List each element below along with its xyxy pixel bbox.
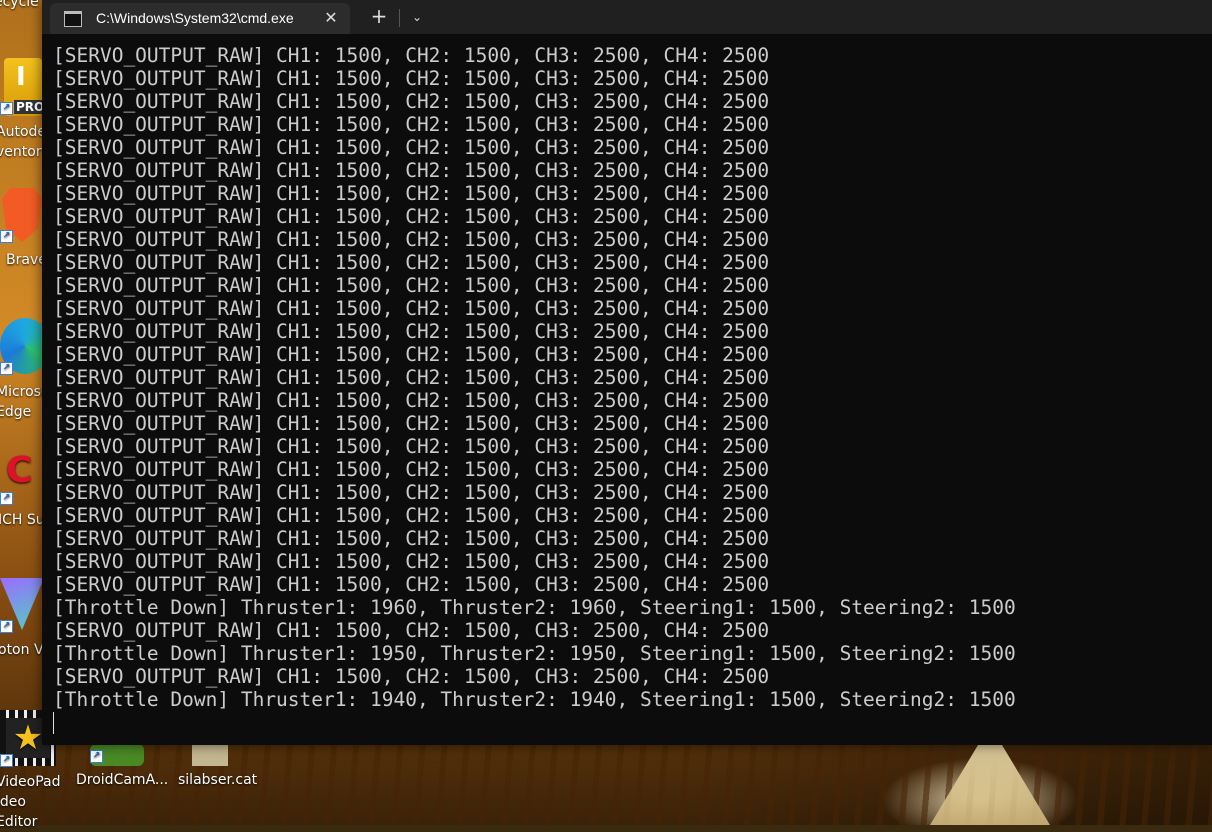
desktop-icon-brave[interactable]: ↗ Brave	[0, 186, 47, 272]
console-line: [SERVO_OUTPUT_RAW] CH1: 1500, CH2: 1500,…	[53, 527, 770, 550]
desktop-icon-label: Microsc Edge	[0, 384, 42, 420]
close-tab-icon[interactable]: ✕	[320, 7, 342, 29]
desktop-icon-autodesk-inventor[interactable]: I PRO ↗ Autode ventor	[0, 56, 47, 162]
console-line: [SERVO_OUTPUT_RAW] CH1: 1500, CH2: 1500,…	[53, 205, 770, 228]
console-output[interactable]: [SERVO_OUTPUT_RAW] CH1: 1500, CH2: 1500,…	[53, 44, 1203, 711]
console-line: [SERVO_OUTPUT_RAW] CH1: 1500, CH2: 1500,…	[53, 366, 770, 389]
desktop-icon-label: ecycle	[0, 0, 39, 10]
console-line: [SERVO_OUTPUT_RAW] CH1: 1500, CH2: 1500,…	[53, 136, 770, 159]
console-line: [SERVO_OUTPUT_RAW] CH1: 1500, CH2: 1500,…	[53, 67, 770, 90]
console-line: [SERVO_OUTPUT_RAW] CH1: 1500, CH2: 1500,…	[53, 274, 770, 297]
terminal-titlebar[interactable]: C:\Windows\System32\cmd.exe ✕ + ⌄	[42, 0, 1212, 34]
console-line: [SERVO_OUTPUT_RAW] CH1: 1500, CH2: 1500,…	[53, 90, 770, 113]
new-tab-button[interactable]: +	[368, 4, 390, 28]
console-line: [SERVO_OUTPUT_RAW] CH1: 1500, CH2: 1500,…	[53, 44, 770, 67]
text-cursor	[53, 712, 54, 734]
desktop-icon-microsoft-edge[interactable]: ↗ Microsc Edge	[0, 316, 50, 422]
shortcut-arrow-icon: ↗	[90, 750, 103, 763]
chevron-down-icon[interactable]: ⌄	[406, 7, 428, 27]
console-line: [SERVO_OUTPUT_RAW] CH1: 1500, CH2: 1500,…	[53, 113, 770, 136]
console-line: [SERVO_OUTPUT_RAW] CH1: 1500, CH2: 1500,…	[53, 228, 770, 251]
desktop-icon-label: DroidCamA...	[76, 772, 169, 788]
console-line: [SERVO_OUTPUT_RAW] CH1: 1500, CH2: 1500,…	[53, 389, 770, 412]
desktop-icon-label: ICH Su	[0, 512, 45, 528]
shortcut-arrow-icon: ↗	[0, 362, 13, 375]
tab-title: C:\Windows\System32\cmd.exe	[96, 10, 294, 26]
ich-c-icon: C	[6, 450, 33, 491]
console-line: [Throttle Down] Thruster1: 1950, Thruste…	[53, 642, 1016, 665]
desktop-icon-proton-vpn[interactable]: ↗ oton V	[0, 576, 44, 662]
console-line: [SERVO_OUTPUT_RAW] CH1: 1500, CH2: 1500,…	[53, 573, 770, 596]
desktop-icon-silabser-cat[interactable]: silabser.cat	[176, 740, 258, 806]
console-line: [SERVO_OUTPUT_RAW] CH1: 1500, CH2: 1500,…	[53, 159, 770, 182]
console-line: [Throttle Down] Thruster1: 1940, Thruste…	[53, 688, 1016, 711]
desktop-icon-label: silabser.cat	[178, 772, 258, 788]
shortcut-arrow-icon: ↗	[0, 620, 13, 633]
console-line: [SERVO_OUTPUT_RAW] CH1: 1500, CH2: 1500,…	[53, 550, 770, 573]
desktop-icon-droidcam[interactable]: ↗ DroidCamA...	[76, 740, 168, 806]
desktop-icon-ich-suite[interactable]: C ↗ ICH Su	[0, 450, 45, 532]
console-line: [SERVO_OUTPUT_RAW] CH1: 1500, CH2: 1500,…	[53, 412, 770, 435]
console-line: [SERVO_OUTPUT_RAW] CH1: 1500, CH2: 1500,…	[53, 458, 770, 481]
console-line: [SERVO_OUTPUT_RAW] CH1: 1500, CH2: 1500,…	[53, 343, 770, 366]
console-line: [SERVO_OUTPUT_RAW] CH1: 1500, CH2: 1500,…	[53, 481, 770, 504]
cmd-icon	[64, 11, 82, 27]
console-line: [SERVO_OUTPUT_RAW] CH1: 1500, CH2: 1500,…	[53, 619, 770, 642]
tab-cmd[interactable]: C:\Windows\System32\cmd.exe ✕	[50, 3, 350, 34]
console-line: [SERVO_OUTPUT_RAW] CH1: 1500, CH2: 1500,…	[53, 320, 770, 343]
console-line: [Throttle Down] Thruster1: 1960, Thruste…	[53, 596, 1016, 619]
shortcut-arrow-icon: ↗	[0, 754, 13, 767]
tab-divider	[399, 9, 400, 27]
desktop-icon-label: Autode ventor	[0, 124, 42, 160]
console-line: [SERVO_OUTPUT_RAW] CH1: 1500, CH2: 1500,…	[53, 297, 770, 320]
console-line: [SERVO_OUTPUT_RAW] CH1: 1500, CH2: 1500,…	[53, 504, 770, 527]
shortcut-arrow-icon: ↗	[0, 230, 13, 243]
console-line: [SERVO_OUTPUT_RAW] CH1: 1500, CH2: 1500,…	[53, 182, 770, 205]
desktop-icon-label: oton V	[0, 642, 44, 658]
catalog-file-icon	[192, 744, 228, 766]
shortcut-arrow-icon: ↗	[0, 102, 13, 115]
console-line: [SERVO_OUTPUT_RAW] CH1: 1500, CH2: 1500,…	[53, 435, 770, 458]
desktop-icon-label: Brave	[6, 252, 47, 268]
console-line: [SERVO_OUTPUT_RAW] CH1: 1500, CH2: 1500,…	[53, 251, 770, 274]
shortcut-arrow-icon: ↗	[0, 492, 13, 505]
console-line: [SERVO_OUTPUT_RAW] CH1: 1500, CH2: 1500,…	[53, 665, 770, 688]
desktop-icon-recycle-bin[interactable]: ecycle	[0, 0, 42, 14]
desktop-icon-label: VideoPad ideo Editor	[0, 774, 61, 830]
terminal-window[interactable]: C:\Windows\System32\cmd.exe ✕ + ⌄ [SERVO…	[42, 0, 1212, 745]
